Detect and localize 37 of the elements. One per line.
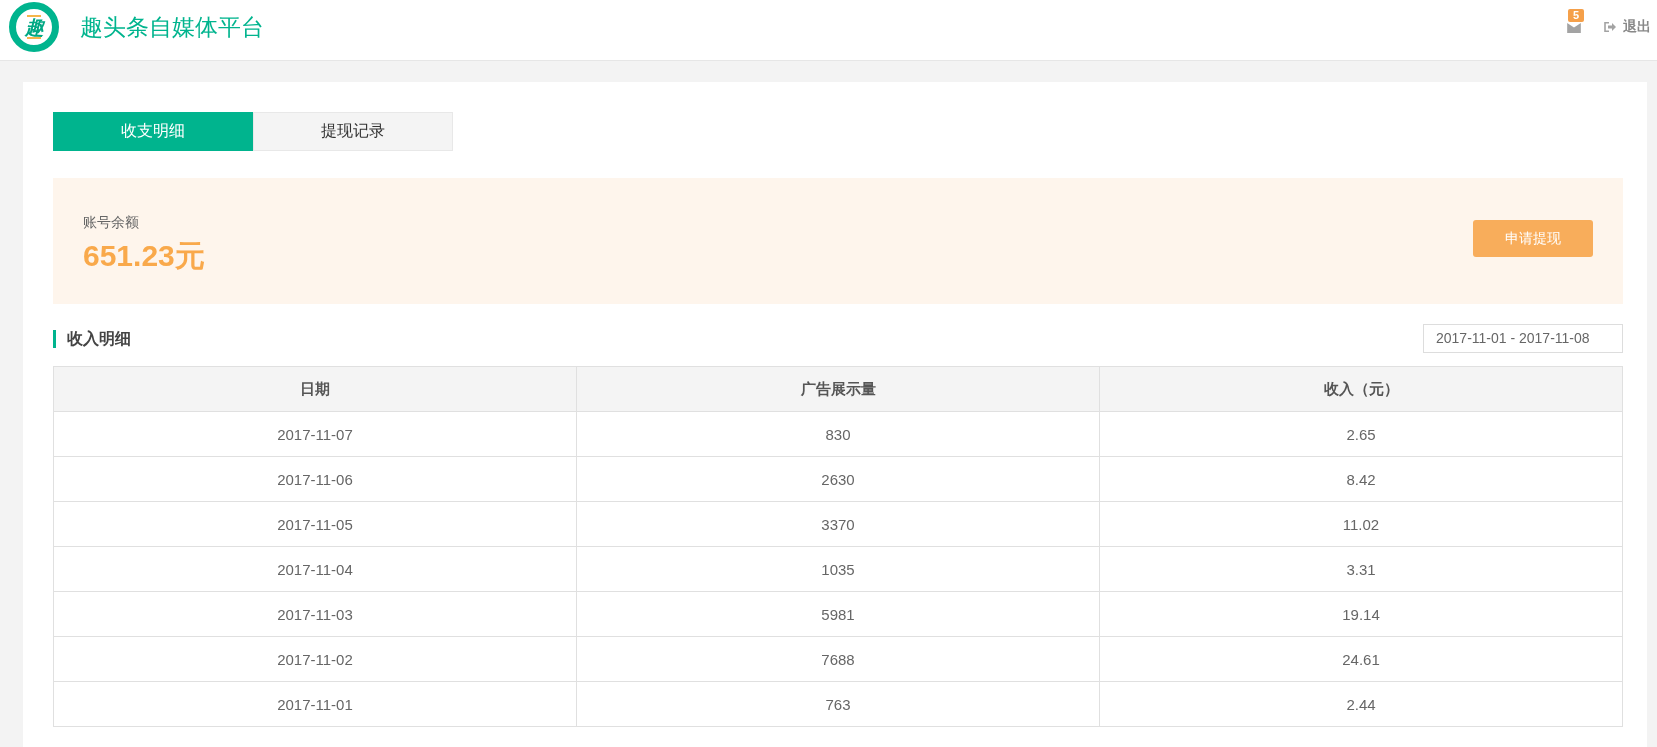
logo: 趣 [9, 2, 59, 52]
table-cell: 2017-11-01 [53, 681, 577, 727]
table-cell: 763 [576, 681, 1100, 727]
table-cell: 2017-11-07 [53, 411, 577, 457]
section-title: 收入明细 [53, 329, 131, 348]
table-cell: 2017-11-04 [53, 546, 577, 592]
table-cell: 2017-11-02 [53, 636, 577, 682]
table-cell: 1035 [576, 546, 1100, 592]
table-cell: 19.14 [1099, 591, 1623, 637]
table-cell: 2.65 [1099, 411, 1623, 457]
mail-icon[interactable] [1567, 23, 1581, 33]
table-cell: 2017-11-05 [53, 501, 577, 547]
table-cell: 2017-11-06 [53, 456, 577, 502]
withdraw-button[interactable]: 申请提现 [1473, 220, 1593, 257]
table-cell: 7688 [576, 636, 1100, 682]
logout-link[interactable]: 退出 [1604, 18, 1651, 36]
table-cell: 5981 [576, 591, 1100, 637]
date-range-field[interactable]: 2017-11-01 - 2017-11-08 [1423, 324, 1623, 353]
table-header-cell: 收入（元） [1099, 366, 1623, 412]
logout-icon [1604, 22, 1616, 32]
tab[interactable]: 收支明细 [53, 112, 253, 151]
table-cell: 8.42 [1099, 456, 1623, 502]
table-cell: 2017-11-03 [53, 591, 577, 637]
table-cell: 2630 [576, 456, 1100, 502]
balance-amount: 651.23元 [83, 239, 205, 273]
notification-badge: 5 [1568, 9, 1584, 22]
tab[interactable]: 提现记录 [253, 112, 453, 151]
table-cell: 3370 [576, 501, 1100, 547]
table-cell: 830 [576, 411, 1100, 457]
table-cell: 11.02 [1099, 501, 1623, 547]
table-cell: 2.44 [1099, 681, 1623, 727]
table-header-cell: 广告展示量 [576, 366, 1100, 412]
table-cell: 3.31 [1099, 546, 1623, 592]
site-title: 趣头条自媒体平台 [80, 13, 264, 42]
table-header-cell: 日期 [53, 366, 577, 412]
table-cell: 24.61 [1099, 636, 1623, 682]
balance-label: 账号余额 [83, 213, 139, 231]
